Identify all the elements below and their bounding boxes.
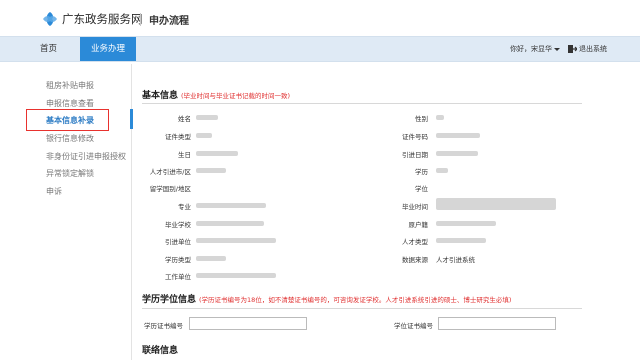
contact-info-title-text: 联络信息 bbox=[142, 346, 179, 356]
label-talent-city: 人才引进市/区 bbox=[149, 168, 191, 176]
section-divider bbox=[142, 103, 582, 104]
user-greeting: 你好，宋显华 bbox=[510, 45, 552, 53]
label-intro-unit: 引进单位 bbox=[165, 238, 191, 246]
nav-business[interactable]: 业务办理 bbox=[80, 37, 136, 61]
value-name bbox=[196, 115, 218, 120]
label-work-unit: 工作单位 bbox=[165, 273, 191, 281]
gov-logo-icon bbox=[43, 12, 57, 26]
label-edu-type: 学历类型 bbox=[165, 256, 191, 264]
value-talent-city bbox=[196, 168, 226, 173]
degree-no-input[interactable] bbox=[438, 317, 556, 330]
value-birthday bbox=[196, 151, 238, 156]
value-gender bbox=[436, 115, 444, 120]
label-data-source: 数据来源 bbox=[402, 256, 428, 264]
value-work-unit bbox=[196, 273, 276, 278]
value-id-no bbox=[436, 133, 480, 138]
value-school bbox=[196, 221, 264, 226]
value-grad-time bbox=[436, 198, 556, 210]
label-name: 姓名 bbox=[178, 115, 191, 123]
basic-info-title: 基本信息 (毕业时间与毕业证书记载的时间一致) bbox=[142, 88, 290, 101]
label-school: 毕业学校 bbox=[165, 221, 191, 229]
value-data-source: 人才引进系统 bbox=[436, 256, 475, 264]
header-divider bbox=[140, 13, 141, 26]
value-major bbox=[196, 203, 266, 208]
section-divider bbox=[142, 308, 582, 309]
edu-info-note: (学历证书编号为18位，如不清楚证书编号的，可咨询发证学校。人才引进系统引进的硕… bbox=[199, 296, 512, 304]
user-menu[interactable]: 你好，宋显华 bbox=[510, 37, 560, 61]
label-id-type: 证件类型 bbox=[165, 133, 191, 141]
label-cert-no: 学历证书编号 bbox=[144, 322, 183, 330]
edu-info-title-text: 学历学位信息 bbox=[142, 295, 197, 305]
contact-info-title: 联络信息 bbox=[142, 343, 178, 356]
sidebar-item-rent-subsidy[interactable]: 租房补贴申报 bbox=[46, 80, 94, 91]
label-former-hukou: 原户籍 bbox=[408, 221, 429, 229]
nav-home[interactable]: 首页 bbox=[40, 37, 57, 61]
highlight-box bbox=[26, 109, 109, 131]
sidebar-item-appeal[interactable]: 申诉 bbox=[46, 186, 62, 197]
edu-info-title: 学历学位信息 (学历证书编号为18位，如不清楚证书编号的，可咨询发证学校。人才引进… bbox=[142, 292, 511, 305]
cert-no-input[interactable] bbox=[189, 317, 307, 330]
active-indicator bbox=[130, 109, 133, 129]
value-degree-level bbox=[436, 168, 448, 173]
sidebar-item-bank-info[interactable]: 银行信息修改 bbox=[46, 133, 94, 144]
label-degree-level: 学历 bbox=[415, 168, 428, 176]
value-edu-type bbox=[196, 256, 226, 261]
top-header: 广东政务服务网 申办流程 bbox=[0, 0, 640, 36]
site-brand[interactable]: 广东政务服务网 bbox=[62, 11, 143, 27]
value-intro-date bbox=[436, 151, 478, 156]
value-talent-type bbox=[436, 238, 486, 243]
logout-link[interactable]: 退出系统 bbox=[579, 37, 607, 61]
label-degree-no: 学位证书编号 bbox=[394, 322, 433, 330]
value-intro-unit bbox=[196, 238, 276, 243]
label-talent-type: 人才类型 bbox=[402, 238, 428, 246]
main-nav: 首页 业务办理 你好，宋显华 退出系统 bbox=[0, 36, 640, 62]
label-degree: 学位 bbox=[415, 185, 428, 193]
label-birthday: 生日 bbox=[178, 151, 191, 159]
chevron-down-icon bbox=[554, 47, 560, 51]
label-grad-time: 毕业时间 bbox=[402, 203, 428, 211]
label-abroad-country: 留学国别/地区 bbox=[149, 185, 191, 193]
sidebar-item-unlock[interactable]: 异常锁定解锁 bbox=[46, 168, 94, 179]
label-major: 专业 bbox=[178, 203, 191, 211]
label-intro-date: 引进日期 bbox=[402, 151, 428, 159]
basic-info-title-text: 基本信息 bbox=[142, 91, 179, 101]
logout-icon[interactable] bbox=[568, 45, 577, 53]
basic-info-note: (毕业时间与毕业证书记载的时间一致) bbox=[181, 92, 291, 100]
sidebar-item-view-application[interactable]: 申报信息查看 bbox=[46, 98, 94, 109]
value-former-hukou bbox=[436, 221, 496, 226]
sidebar-item-non-id-auth[interactable]: 非身份证引进申报授权 bbox=[46, 151, 126, 162]
label-gender: 性别 bbox=[415, 115, 428, 123]
page-subtitle: 申办流程 bbox=[149, 16, 189, 27]
value-id-type bbox=[196, 133, 212, 138]
label-id-no: 证件号码 bbox=[402, 133, 428, 141]
